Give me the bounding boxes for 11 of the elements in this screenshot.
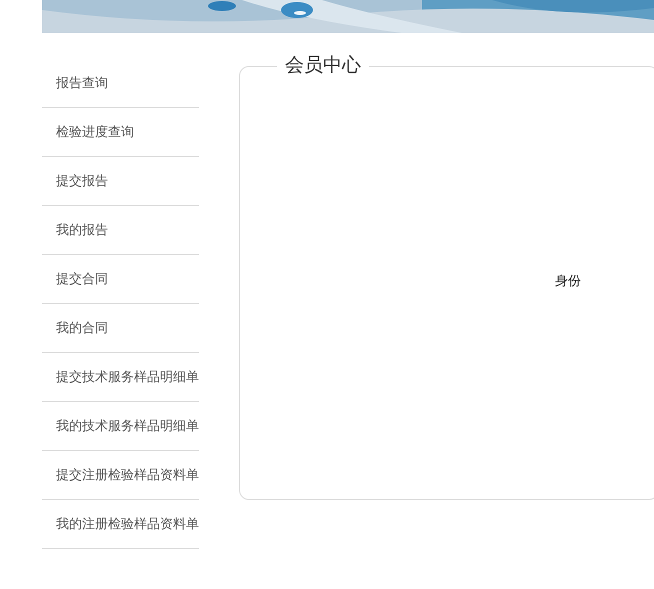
menu-item[interactable]: 我的注册检验样品资料单 bbox=[56, 514, 199, 534]
menu-item[interactable]: 我的合同 bbox=[56, 318, 108, 338]
menu-item[interactable]: 提交技术服务样品明细单 bbox=[56, 367, 199, 387]
menu-item[interactable]: 提交注册检验样品资料单 bbox=[56, 465, 199, 485]
id-label: 身份 bbox=[555, 273, 581, 288]
menu-item[interactable]: 提交合同 bbox=[56, 269, 108, 289]
menu-item[interactable]: 我的报告 bbox=[56, 220, 108, 240]
menu-item[interactable]: 报告查询 bbox=[56, 73, 108, 93]
menu-item[interactable]: 检验进度查询 bbox=[56, 122, 134, 142]
menu-item[interactable]: 提交报告 bbox=[56, 171, 108, 191]
menu-item[interactable]: 我的技术服务样品明细单 bbox=[56, 416, 199, 436]
